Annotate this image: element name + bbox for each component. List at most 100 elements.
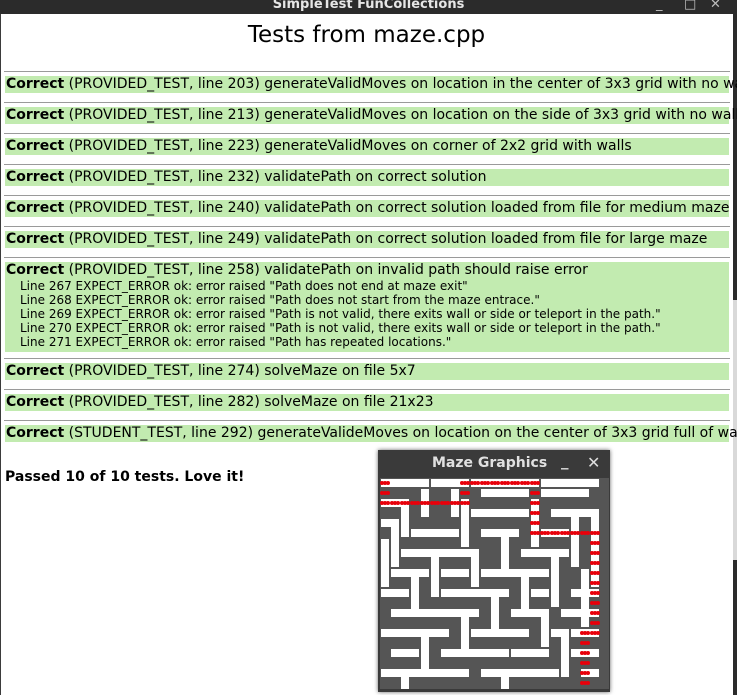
test-status: Correct xyxy=(6,76,65,92)
test-detail-line: Line 269 EXPECT_ERROR ok: error raised "… xyxy=(20,307,661,321)
solution-dot xyxy=(466,501,470,505)
test-row: Correct (PROVIDED_TEST, line 249) valida… xyxy=(5,231,729,248)
test-row: Correct (PROVIDED_TEST, line 240) valida… xyxy=(5,200,729,217)
maze-corridor xyxy=(401,669,409,689)
maze-corridor xyxy=(511,649,549,657)
solution-dot xyxy=(596,631,600,635)
row-separator xyxy=(4,226,730,227)
test-detail-line: Line 270 EXPECT_ERROR ok: error raised "… xyxy=(20,321,661,335)
solution-dot xyxy=(426,501,430,505)
test-details: Line 267 EXPECT_ERROR ok: error raised "… xyxy=(5,279,729,352)
test-row: Correct (PROVIDED_TEST, line 213) genera… xyxy=(5,107,737,124)
solution-dot xyxy=(536,481,540,485)
solution-dot xyxy=(456,501,460,505)
solution-dot xyxy=(576,531,580,535)
test-result: Correct (PROVIDED_TEST, line 240) valida… xyxy=(4,195,730,217)
maze-corridor xyxy=(411,529,459,537)
test-detail-line: Line 267 EXPECT_ERROR ok: error raised "… xyxy=(20,279,468,293)
test-result: Correct (PROVIDED_TEST, line 258) valida… xyxy=(4,257,730,352)
solution-dot xyxy=(586,651,590,655)
maze-close-icon[interactable]: ✕ xyxy=(587,453,600,472)
maze-corridor xyxy=(541,489,589,497)
test-description: (PROVIDED_TEST, line 232) validatePath o… xyxy=(64,169,487,185)
maze-corridor xyxy=(481,529,519,537)
test-status: Correct xyxy=(6,138,65,154)
solution-dot xyxy=(436,501,440,505)
solution-dot xyxy=(386,501,390,505)
test-result: Correct (PROVIDED_TEST, line 232) valida… xyxy=(4,164,730,186)
window-titlebar[interactable]: SimpleTest FunCollections _ □ ✕ xyxy=(0,0,737,14)
minimize-icon[interactable]: _ xyxy=(656,0,663,12)
solution-dot xyxy=(596,531,600,535)
solution-dot xyxy=(536,491,540,495)
maze-corridor xyxy=(391,649,419,657)
test-status: Correct xyxy=(6,363,65,379)
test-description: (STUDENT_TEST, line 292) generateValideM… xyxy=(64,425,737,441)
solution-dot xyxy=(586,681,590,685)
maze-corridor xyxy=(471,629,529,637)
row-separator xyxy=(4,257,730,258)
maze-corridor xyxy=(541,609,549,647)
solution-dot xyxy=(466,491,470,495)
test-result: Correct (PROVIDED_TEST, line 274) solveM… xyxy=(4,358,730,380)
solution-dot xyxy=(586,671,590,675)
test-description: (PROVIDED_TEST, line 203) generateValidM… xyxy=(64,76,737,92)
maze-corridor xyxy=(441,649,509,657)
solution-dot xyxy=(596,561,600,565)
solution-dot xyxy=(536,511,540,515)
test-status: Correct xyxy=(6,107,65,123)
solution-dot xyxy=(546,531,550,535)
test-description: (PROVIDED_TEST, line 213) generateValidM… xyxy=(64,107,737,123)
maze-corridor xyxy=(461,499,469,547)
test-status: Correct xyxy=(6,169,65,185)
close-icon[interactable]: ✕ xyxy=(710,0,721,12)
row-separator xyxy=(4,358,730,359)
test-row: Correct (PROVIDED_TEST, line 232) valida… xyxy=(5,169,729,186)
solution-dot xyxy=(566,531,570,535)
maze-corridor xyxy=(481,489,529,497)
maze-corridor xyxy=(381,669,469,677)
solution-dot xyxy=(486,481,490,485)
maze-corridor xyxy=(551,549,559,607)
row-separator xyxy=(4,102,730,103)
row-separator xyxy=(4,420,730,421)
maze-corridor xyxy=(381,589,409,597)
maze-corridor xyxy=(441,569,469,577)
maze-corridor xyxy=(401,549,479,557)
maze-corridor xyxy=(541,479,599,487)
test-status: Correct xyxy=(6,394,65,410)
test-detail-line: Line 268 EXPECT_ERROR ok: error raised "… xyxy=(20,293,540,307)
row-separator xyxy=(4,164,730,165)
maze-minimize-icon[interactable]: _ xyxy=(561,452,569,470)
maze-window-titlebar[interactable]: Maze Graphics _ ✕ xyxy=(378,450,610,477)
maze-corridor xyxy=(391,569,429,577)
solution-dot xyxy=(596,581,600,585)
solution-dot xyxy=(506,481,510,485)
test-row: Correct (PROVIDED_TEST, line 274) solveM… xyxy=(5,363,729,380)
solution-dot xyxy=(446,501,450,505)
solution-dot xyxy=(596,541,600,545)
test-description: (PROVIDED_TEST, line 240) validatePath o… xyxy=(64,200,730,216)
test-row: Correct (STUDENT_TEST, line 292) generat… xyxy=(5,425,737,442)
test-description: (PROVIDED_TEST, line 258) validatePath o… xyxy=(64,262,588,278)
maze-corridor xyxy=(381,539,389,587)
maximize-icon[interactable]: □ xyxy=(684,0,696,12)
test-status: Correct xyxy=(6,425,65,441)
solution-dot xyxy=(386,481,390,485)
maze-graphics-window[interactable]: Maze Graphics _ ✕ xyxy=(378,450,610,692)
window-frame-left xyxy=(0,14,1,695)
solution-dot xyxy=(596,621,600,625)
solution-dot xyxy=(596,551,600,555)
maze-corridor xyxy=(531,589,549,597)
test-status: Correct xyxy=(6,231,65,247)
solution-dot xyxy=(496,481,500,485)
solution-dot xyxy=(516,481,520,485)
maze-corridor xyxy=(581,569,589,627)
maze-corridor xyxy=(391,519,399,567)
solution-dot xyxy=(596,571,600,575)
solution-dot xyxy=(416,501,420,505)
test-row: Correct (PROVIDED_TEST, line 223) genera… xyxy=(5,138,729,155)
solution-dot xyxy=(536,521,540,525)
maze-corridor xyxy=(471,549,479,587)
solution-dot xyxy=(476,481,480,485)
